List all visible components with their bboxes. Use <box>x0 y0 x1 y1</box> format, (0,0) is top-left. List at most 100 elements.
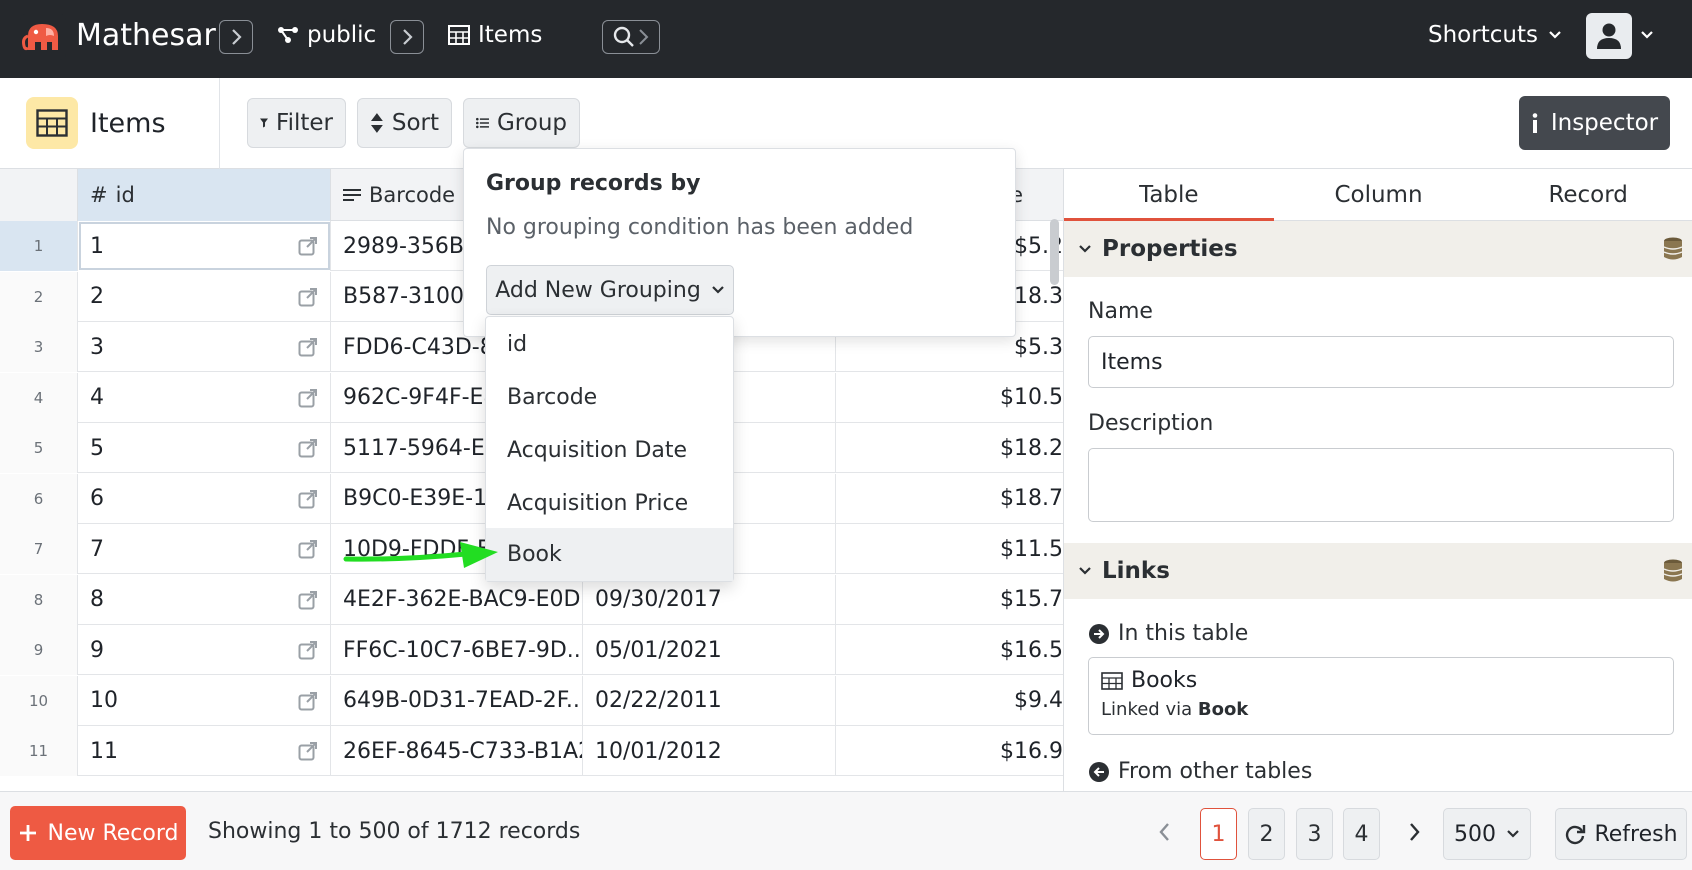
page-size-select[interactable]: 500 <box>1443 808 1531 860</box>
grid-scrollbar[interactable] <box>1050 219 1059 285</box>
breadcrumb-chevron-icon[interactable] <box>219 20 253 54</box>
row-number[interactable]: 2 <box>0 271 78 322</box>
properties-section-header[interactable]: Properties <box>1064 221 1692 277</box>
cell-id[interactable]: 2 <box>78 271 331 322</box>
filter-button[interactable]: Filter <box>247 98 346 148</box>
page-button-2[interactable]: 2 <box>1248 808 1285 860</box>
group-button[interactable]: Group <box>463 98 580 148</box>
cell-id[interactable]: 9 <box>78 625 331 675</box>
dropdown-option-acquisition-date[interactable]: Acquisition Date <box>486 424 733 477</box>
cell-acquisition-price[interactable]: $16.9 <box>836 726 1063 776</box>
tab-record[interactable]: Record <box>1483 169 1692 220</box>
dropdown-option-acquisition-price[interactable]: Acquisition Price <box>486 477 733 530</box>
open-record-icon[interactable] <box>298 489 318 509</box>
open-record-icon[interactable] <box>298 388 318 408</box>
refresh-button[interactable]: Refresh <box>1555 808 1687 860</box>
cell-acquisition-price[interactable]: $15.7 <box>836 575 1063 625</box>
row-number[interactable]: 3 <box>0 322 78 372</box>
cell-acquisition-date[interactable]: 05/01/2021 <box>583 625 836 675</box>
mathesar-logo-icon[interactable] <box>20 14 66 60</box>
dropdown-option-book[interactable]: Book <box>486 528 733 581</box>
cell-barcode[interactable]: FF6C-10C7-6BE7-9D... <box>331 625 583 675</box>
open-record-icon[interactable] <box>298 741 318 761</box>
cell-acquisition-price[interactable]: $9.4 <box>836 676 1063 726</box>
open-record-icon[interactable] <box>298 236 318 256</box>
inspector-tabs: Table Column Record <box>1064 169 1692 221</box>
chevron-left-icon[interactable] <box>1158 822 1170 842</box>
tab-table[interactable]: Table <box>1064 169 1274 221</box>
arrow-left-circle-icon <box>1089 761 1109 782</box>
cell-acquisition-price[interactable]: $18.2 <box>836 423 1063 473</box>
row-number[interactable]: 11 <box>0 726 78 776</box>
row-number[interactable]: 5 <box>0 423 78 473</box>
description-textarea[interactable] <box>1088 448 1674 522</box>
chevron-right-icon[interactable] <box>1409 822 1421 842</box>
cell-barcode[interactable]: 26EF-8645-C733-B1A2 <box>331 726 583 776</box>
cell-id[interactable]: 1 <box>78 221 331 271</box>
cell-acquisition-price[interactable]: $18.7 <box>836 474 1063 524</box>
cell-id[interactable]: 10 <box>78 675 331 726</box>
sort-button[interactable]: Sort <box>357 98 452 148</box>
inspector-toggle-button[interactable]: Inspector <box>1519 96 1670 150</box>
link-table-name: Books <box>1131 668 1198 693</box>
cell-id[interactable]: 4 <box>78 372 331 423</box>
page-button-4[interactable]: 4 <box>1343 808 1380 860</box>
chevron-down-icon[interactable] <box>1640 30 1654 40</box>
cell-acquisition-price[interactable]: $16.5 <box>836 625 1063 675</box>
app-title[interactable]: Mathesar <box>76 18 216 53</box>
user-menu-button[interactable] <box>1586 13 1632 59</box>
new-record-button[interactable]: New Record <box>10 806 186 860</box>
shortcuts-menu[interactable]: Shortcuts <box>1428 22 1562 48</box>
cell-id[interactable]: 3 <box>78 322 331 372</box>
annotation-arrow-icon <box>343 542 498 568</box>
cell-value: 5 <box>90 435 104 461</box>
open-record-icon[interactable] <box>298 691 318 711</box>
cell-acquisition-price[interactable]: $10.5 <box>836 373 1063 423</box>
row-number[interactable]: 4 <box>0 372 78 423</box>
open-record-icon[interactable] <box>298 438 318 458</box>
cell-id[interactable]: 11 <box>78 726 331 776</box>
row-number[interactable]: 7 <box>0 524 78 574</box>
cell-acquisition-date[interactable]: 02/22/2011 <box>583 675 836 726</box>
table-icon <box>1101 671 1123 690</box>
open-record-icon[interactable] <box>298 590 318 610</box>
filter-icon <box>260 118 269 128</box>
open-record-icon[interactable] <box>298 287 318 307</box>
page-button-3[interactable]: 3 <box>1296 808 1333 860</box>
add-new-grouping-button[interactable]: Add New Grouping <box>486 265 734 315</box>
cell-acquisition-price[interactable]: $11.5 <box>836 524 1063 574</box>
open-record-icon[interactable] <box>298 640 318 660</box>
record-search-button[interactable] <box>602 20 660 54</box>
dropdown-option-id[interactable]: id <box>486 318 733 371</box>
row-number[interactable]: 1 <box>0 221 78 271</box>
breadcrumb-table[interactable]: Items <box>448 22 542 48</box>
cell-id[interactable]: 5 <box>78 423 331 473</box>
breadcrumb-schema[interactable]: public <box>277 22 376 48</box>
cell-id[interactable]: 8 <box>78 574 331 625</box>
page-button-1[interactable]: 1 <box>1200 808 1237 860</box>
tab-column[interactable]: Column <box>1274 169 1484 220</box>
cell-value: 11 <box>90 738 118 764</box>
open-record-icon[interactable] <box>298 539 318 559</box>
column-label: id <box>115 183 135 207</box>
dropdown-option-barcode[interactable]: Barcode <box>486 371 733 424</box>
group-popover: Group records by No grouping condition h… <box>463 148 1016 337</box>
cell-id[interactable]: 7 <box>78 524 331 574</box>
row-number[interactable]: 9 <box>0 625 78 675</box>
section-title: Links <box>1102 558 1170 584</box>
open-record-icon[interactable] <box>298 337 318 357</box>
cell-barcode[interactable]: 649B-0D31-7EAD-2F... <box>331 675 583 726</box>
row-number[interactable]: 10 <box>0 675 78 726</box>
column-header-id[interactable]: # id <box>78 169 331 221</box>
cell-barcode[interactable]: 4E2F-362E-BAC9-E0D3 <box>331 574 583 625</box>
table-name-input[interactable]: Items <box>1088 336 1674 388</box>
row-number[interactable]: 6 <box>0 473 78 524</box>
row-number[interactable]: 8 <box>0 574 78 625</box>
info-icon <box>1532 113 1538 133</box>
cell-acquisition-date[interactable]: 09/30/2017 <box>583 574 836 625</box>
cell-acquisition-date[interactable]: 10/01/2012 <box>583 726 836 776</box>
breadcrumb-chevron-icon[interactable] <box>390 20 424 54</box>
cell-id[interactable]: 6 <box>78 473 331 524</box>
link-card-books[interactable]: Books Linked via Book <box>1088 657 1674 735</box>
links-section-header[interactable]: Links <box>1064 543 1692 599</box>
